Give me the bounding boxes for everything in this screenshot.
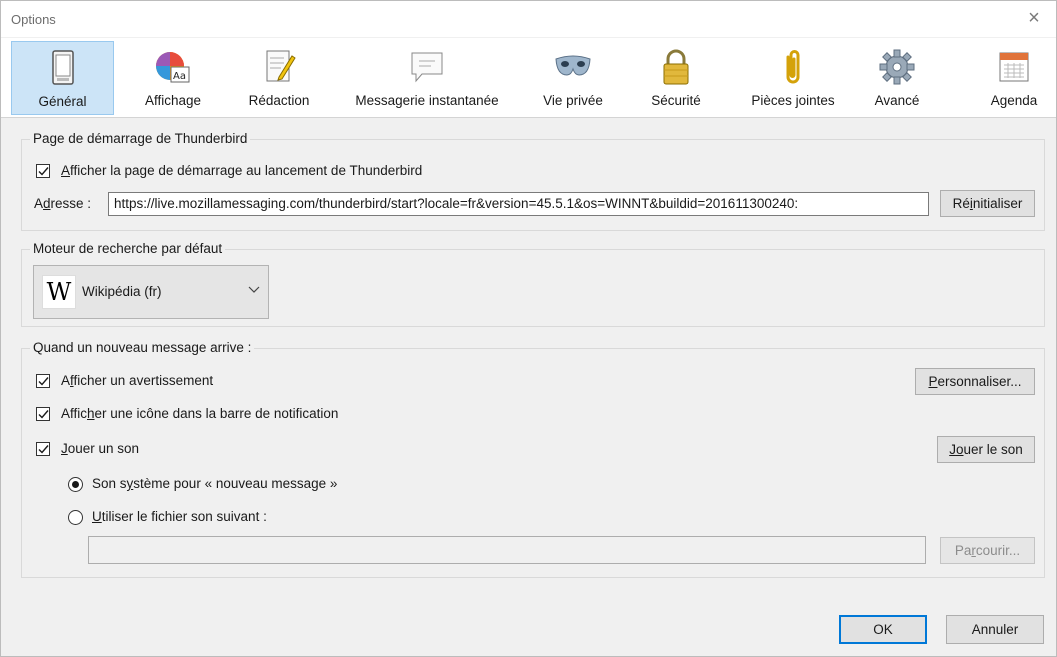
tab-display[interactable]: Aa Affichage [126,41,220,115]
browse-sound-button[interactable]: Parcourir... [940,537,1035,564]
tab-advanced[interactable]: Avancé [859,41,935,115]
cancel-button[interactable]: Annuler [946,615,1044,644]
system-sound-label[interactable]: Son système pour « nouveau message » [92,476,337,491]
checkmark-icon [38,445,49,454]
show-start-page-checkbox[interactable] [36,164,50,178]
group-title: Quand un nouveau message arrive : [30,340,255,355]
tab-label: Rédaction [248,93,310,108]
tab-compose[interactable]: Rédaction [233,41,325,115]
group-title: Page de démarrage de Thunderbird [30,131,251,146]
close-button[interactable]: × [1020,5,1048,33]
chevron-down-icon [248,286,260,293]
checkmark-icon [38,167,49,176]
close-icon: × [1028,7,1040,29]
group-title: Moteur de recherche par défaut [30,241,226,256]
checkmark-icon [38,377,49,386]
security-lock-icon [663,49,689,85]
show-alert-checkbox[interactable] [36,374,50,388]
play-sound-label[interactable]: Jouer un son [61,441,139,456]
system-sound-radio[interactable] [68,477,83,492]
tab-label: Pièces jointes [751,93,835,108]
wikipedia-logo-icon: W [42,275,76,309]
reset-start-page-button[interactable]: Réinitialiser [940,190,1035,217]
show-alert-label[interactable]: Afficher un avertissement [61,373,213,388]
tab-calendar[interactable]: Agenda [976,41,1052,115]
startup-group: Page de démarrage de Thunderbird [21,131,1045,231]
tab-attachments[interactable]: Pièces jointes [736,41,850,115]
show-start-page-label[interactable]: Afficher la page de démarrage au lanceme… [61,163,422,178]
advanced-gear-icon [879,49,915,85]
search-engine-name: Wikipédia (fr) [82,284,162,299]
sound-file-input[interactable] [88,536,926,564]
tab-security[interactable]: Sécurité [633,41,719,115]
tab-label: Vie privée [543,93,603,108]
tab-label: Avancé [874,93,920,108]
tab-privacy[interactable]: Vie privée [529,41,617,115]
tab-chat[interactable]: Messagerie instantanée [337,41,517,115]
category-toolbar: Général Aa Affichage Rédaction Messageri… [1,38,1056,118]
title-bar: Options × [1,1,1056,37]
chat-bubble-icon [411,52,443,83]
tab-label: Messagerie instantanée [355,93,499,108]
radio-selected-dot [72,481,79,488]
tab-label: Affichage [144,93,202,108]
privacy-mask-icon [555,55,591,76]
address-label: Adresse : [34,196,92,211]
tab-general[interactable]: Général [11,41,114,115]
window-title: Options [11,12,56,27]
search-engine-dropdown[interactable]: W Wikipédia (fr) [33,265,269,319]
general-window-icon [51,50,74,85]
custom-sound-label[interactable]: Utiliser le fichier son suivant : [92,509,267,524]
customize-alert-button[interactable]: Personnaliser... [915,368,1035,395]
tab-label: Général [38,94,87,109]
svg-text:Aa: Aa [173,71,186,82]
compose-pencil-icon [266,50,296,82]
tab-label: Agenda [990,93,1038,108]
start-page-address-input[interactable]: https://live.mozillamessaging.com/thunde… [108,192,929,216]
show-tray-icon-checkbox[interactable] [36,407,50,421]
play-sound-button[interactable]: Jouer le son [937,436,1035,463]
ok-button[interactable]: OK [839,615,927,644]
attachment-paperclip-icon [786,50,800,84]
tab-label: Sécurité [651,93,701,108]
show-tray-icon-label[interactable]: Afficher une icône dans la barre de noti… [61,406,338,421]
calendar-icon [999,52,1029,82]
play-sound-checkbox[interactable] [36,442,50,456]
display-palette-icon: Aa [156,52,190,83]
options-dialog: Options × Général Aa Affichage Rédaction… [0,0,1057,657]
custom-sound-radio[interactable] [68,510,83,525]
checkmark-icon [38,410,49,419]
